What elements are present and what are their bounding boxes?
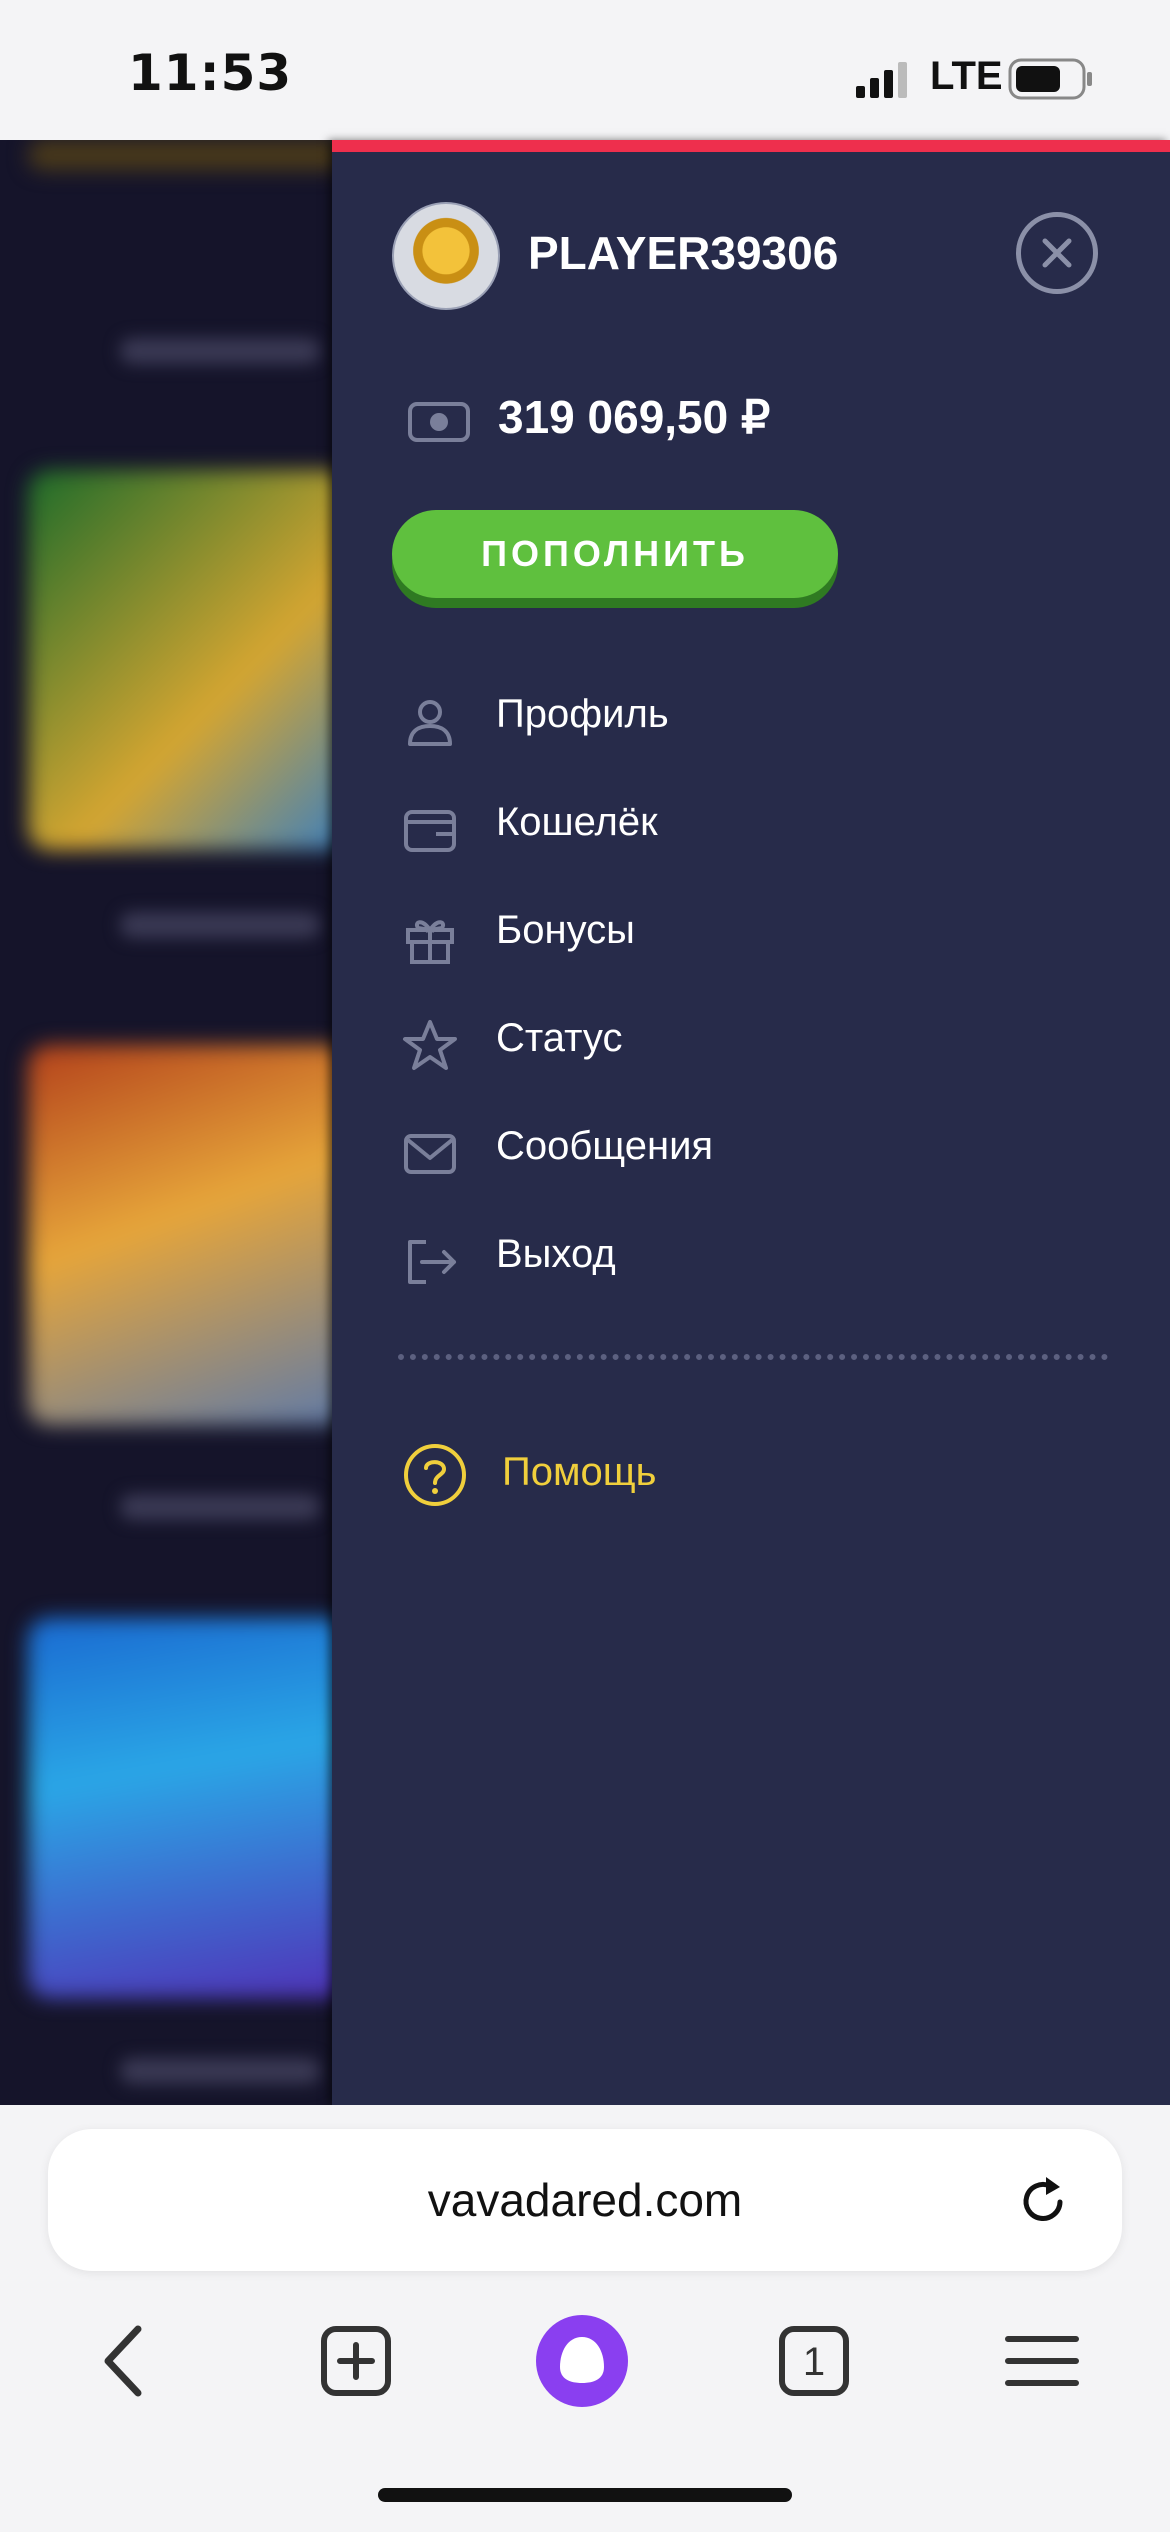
menu-item-profile[interactable]: Профиль: [332, 668, 1170, 776]
reload-icon[interactable]: [1016, 2175, 1070, 2229]
account-menu: Профиль Кошелёк Бонусы Статус Сообщения …: [332, 668, 1170, 1316]
deposit-button[interactable]: ПОПОЛНИТЬ: [392, 510, 838, 598]
question-icon: [404, 1444, 466, 1506]
game-tile[interactable]: [28, 470, 332, 850]
balance-amount: 319 069,50 ₽: [498, 391, 771, 443]
menu-label: Сообщения: [496, 1124, 714, 1168]
game-caption: [120, 338, 320, 364]
tab-count: 1: [803, 2340, 825, 2384]
battery-icon: [1008, 58, 1092, 100]
cellular-signal-icon: [856, 62, 907, 98]
menu-item-wallet[interactable]: Кошелёк: [332, 776, 1170, 884]
close-icon: [1042, 238, 1072, 268]
game-caption: [120, 912, 320, 938]
help-label: Помощь: [502, 1450, 657, 1494]
menu-divider: [398, 1354, 1108, 1360]
back-icon[interactable]: [76, 2311, 176, 2411]
close-button[interactable]: [1016, 212, 1098, 294]
avatar[interactable]: [392, 202, 500, 310]
account-drawer: PLAYER39306 319 069,50 ₽ ПОПОЛНИТЬ Профи…: [332, 140, 1170, 2105]
wallet-icon: [404, 810, 456, 852]
menu-label: Кошелёк: [496, 800, 658, 844]
home-indicator: [378, 2488, 792, 2502]
star-icon: [403, 1020, 457, 1070]
assistant-icon[interactable]: [532, 2311, 632, 2411]
menu-item-logout[interactable]: Выход: [332, 1208, 1170, 1316]
url-text: vavadared.com: [427, 2174, 743, 2226]
game-caption: [120, 1494, 320, 1520]
tabs-icon[interactable]: 1: [764, 2311, 864, 2411]
browser-toolbar: vavadared.com 1: [0, 2105, 1170, 2532]
game-tile: [28, 140, 332, 170]
game-tile[interactable]: [28, 1618, 332, 1998]
network-type: LTE: [930, 54, 1003, 98]
menu-item-messages[interactable]: Сообщения: [332, 1100, 1170, 1208]
menu-label: Бонусы: [496, 908, 635, 952]
new-tab-icon[interactable]: [306, 2311, 406, 2411]
game-caption: [120, 2058, 320, 2084]
menu-item-status[interactable]: Статус: [332, 992, 1170, 1100]
money-icon: [408, 402, 470, 442]
menu-icon[interactable]: [992, 2311, 1092, 2411]
background-game-list: [0, 140, 332, 2105]
envelope-icon: [404, 1134, 456, 1174]
logout-icon: [408, 1240, 456, 1284]
menu-label: Статус: [496, 1016, 623, 1060]
menu-item-bonuses[interactable]: Бонусы: [332, 884, 1170, 992]
drawer-accent-line: [332, 140, 1170, 152]
browser-nav-bar: 1: [0, 2311, 1170, 2441]
user-icon: [408, 700, 452, 746]
address-bar[interactable]: vavadared.com: [48, 2129, 1122, 2271]
username: PLAYER39306: [528, 227, 839, 279]
game-tile[interactable]: [28, 1045, 332, 1425]
status-time: 11:53: [128, 44, 293, 102]
menu-label: Профиль: [496, 692, 669, 736]
status-bar: 11:53 LTE: [0, 0, 1170, 140]
gift-icon: [406, 920, 454, 964]
menu-label: Выход: [496, 1232, 616, 1276]
